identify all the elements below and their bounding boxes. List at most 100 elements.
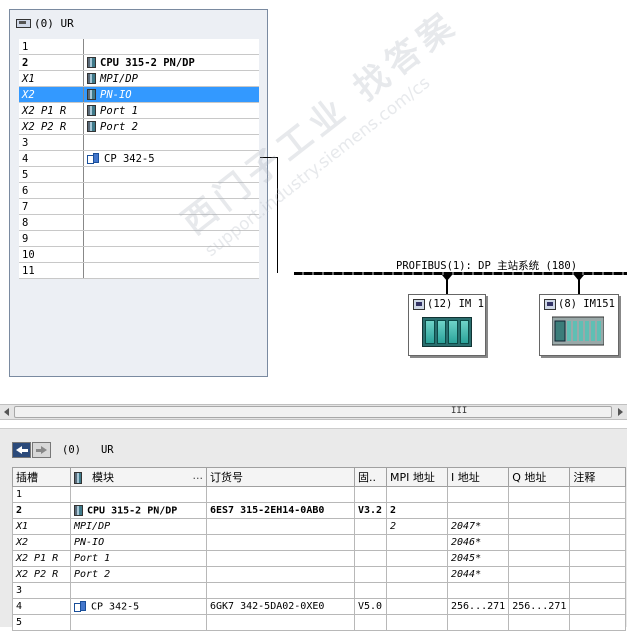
forward-arrow-icon[interactable] [32,442,51,458]
detail-comment-cell[interactable] [569,550,627,567]
detail-row[interactable]: X2 PN-IO 2046* [12,534,627,551]
back-arrow-icon[interactable] [12,442,31,458]
rack-slot-cell: 8 [19,214,84,231]
rack-module-label: Port 2 [100,120,138,133]
detail-comment-cell[interactable] [569,566,627,583]
rack-module-cell[interactable]: PN-IO [83,86,259,103]
detail-comment-cell[interactable] [569,518,627,535]
detail-row[interactable]: X1 MPI/DP 2 2047* [12,518,627,535]
detail-module-label: CP 342-5 [91,601,140,613]
detail-mpi-cell: 2 [386,518,448,535]
rack-module-cell[interactable] [83,166,259,183]
rack-row[interactable]: 10 [19,246,259,263]
station-label: (12) IM 1 [413,298,484,310]
col-header-firmware[interactable]: 固.. [354,467,387,487]
rack-row[interactable]: X2 PN-IO [19,86,259,103]
detail-firmware-cell [354,582,387,599]
scroll-right-icon[interactable] [618,408,623,416]
detail-row[interactable]: X2 P1 R Port 1 2045* [12,550,627,567]
detail-i-address-cell [446,486,510,503]
detail-comment-cell[interactable] [569,598,627,615]
detail-mpi-cell [386,486,448,503]
detail-row[interactable]: 2 CPU 315-2 PN/DP 6ES7 315-2EH14-0AB0 V3.2 2 [12,502,627,519]
detail-comment-cell[interactable] [569,534,627,551]
rack-window[interactable]: (0) UR 1 2 CPU 315-2 PN/DP X1 MPI/DP X2 PN-IO X… [9,9,268,377]
rack-row[interactable]: 5 [19,166,259,183]
cp-icon [87,153,101,164]
detail-module-cell: CPU 315-2 PN/DP [70,502,207,519]
rack-row[interactable]: 7 [19,198,259,215]
detail-module-cell: Port 2 [70,566,207,583]
detail-q-address-cell [508,486,571,503]
detail-slot-cell: 1 [12,486,71,503]
detail-row[interactable]: 1 [12,486,627,503]
rack-module-cell[interactable] [83,214,259,231]
scroll-thumb[interactable] [14,406,612,418]
col-header-order[interactable]: 订货号 [206,467,355,487]
rack-table: 1 2 CPU 315-2 PN/DP X1 MPI/DP X2 PN-IO X2 P1 R P… [19,39,259,279]
detail-order-cell [206,534,355,551]
detail-comment-cell[interactable] [569,486,627,503]
rack-row[interactable]: X1 MPI/DP [19,70,259,87]
rack-module-cell[interactable] [83,246,259,263]
rack-slot-cell: 11 [19,262,84,279]
detail-row[interactable]: X2 P2 R Port 2 2044* [12,566,627,583]
detail-slot-cell: X2 P2 R [12,566,71,583]
rack-slot-cell: X1 [19,70,84,87]
rack-row[interactable]: X2 P2 R Port 2 [19,118,259,135]
detail-i-address-cell: 2047* [446,518,510,535]
rack-row[interactable]: 4 CP 342-5 [19,150,259,167]
rack-row[interactable]: 9 [19,230,259,247]
rack-module-label: CPU 315-2 PN/DP [100,56,195,69]
detail-firmware-cell [354,518,387,535]
rack-row[interactable]: 1 [19,39,259,55]
detail-comment-cell[interactable] [569,582,627,599]
rack-module-cell[interactable]: CP 342-5 [83,150,259,167]
rack-module-cell[interactable] [83,262,259,279]
col-header-mpi[interactable]: MPI 地址 [386,467,448,487]
col-header-slot[interactable]: 插槽 [12,467,71,487]
rack-module-cell[interactable] [83,198,259,215]
module-icon [74,472,82,484]
detail-row[interactable]: 3 [12,582,627,599]
rack-row[interactable]: X2 P1 R Port 1 [19,102,259,119]
detail-order-cell [206,566,355,583]
rack-module-cell[interactable] [83,134,259,151]
detail-module-cell: PN-IO [70,534,207,551]
module-icon [87,105,96,116]
detail-firmware-cell [354,550,387,567]
rack-module-cell[interactable] [83,230,259,247]
module-icon [74,504,83,516]
rack-module-cell[interactable]: Port 2 [83,118,259,135]
rack-module-cell[interactable]: MPI/DP [83,70,259,87]
rack-row[interactable]: 3 [19,134,259,151]
rack-row[interactable]: 6 [19,182,259,199]
detail-header-row: 插槽 模块... 订货号 固.. MPI 地址 I 地址 Q 地址 注释 [12,467,627,487]
rack-slot-cell: X2 P2 R [19,118,84,135]
col-header-q-address[interactable]: Q 地址 [508,467,571,487]
col-header-module[interactable]: 模块... [70,467,207,487]
rack-module-cell[interactable] [83,39,259,55]
station-im1[interactable]: (12) IM 1 [408,294,486,356]
rack-module-cell[interactable]: Port 1 [83,102,259,119]
col-header-comment[interactable]: 注释 [569,467,627,487]
detail-mpi-cell [386,550,448,567]
col-header-i-address[interactable]: I 地址 [446,467,510,487]
detail-q-address-cell [508,550,571,567]
horizontal-scrollbar[interactable]: III [0,404,627,420]
detail-mpi-cell [386,598,448,615]
rack-slot-cell: X2 [19,86,84,103]
scroll-left-icon[interactable] [4,408,9,416]
rack-row[interactable]: 11 [19,262,259,279]
detail-row[interactable]: 5 [12,614,627,631]
station-im151[interactable]: (8) IM151 [539,294,619,356]
rack-module-cell[interactable]: CPU 315-2 PN/DP [83,54,259,71]
detail-comment-cell[interactable] [569,502,627,519]
rack-title-text: (0) UR [34,16,74,30]
rack-module-cell[interactable] [83,182,259,199]
detail-row[interactable]: 4 CP 342-5 6GK7 342-5DA02-0XE0 V5.0 256...27… [12,598,627,615]
rack-row[interactable]: 2 CPU 315-2 PN/DP [19,54,259,71]
rack-row[interactable]: 8 [19,214,259,231]
detail-comment-cell[interactable] [569,614,627,631]
nav-rack-number: (0) [62,444,81,456]
